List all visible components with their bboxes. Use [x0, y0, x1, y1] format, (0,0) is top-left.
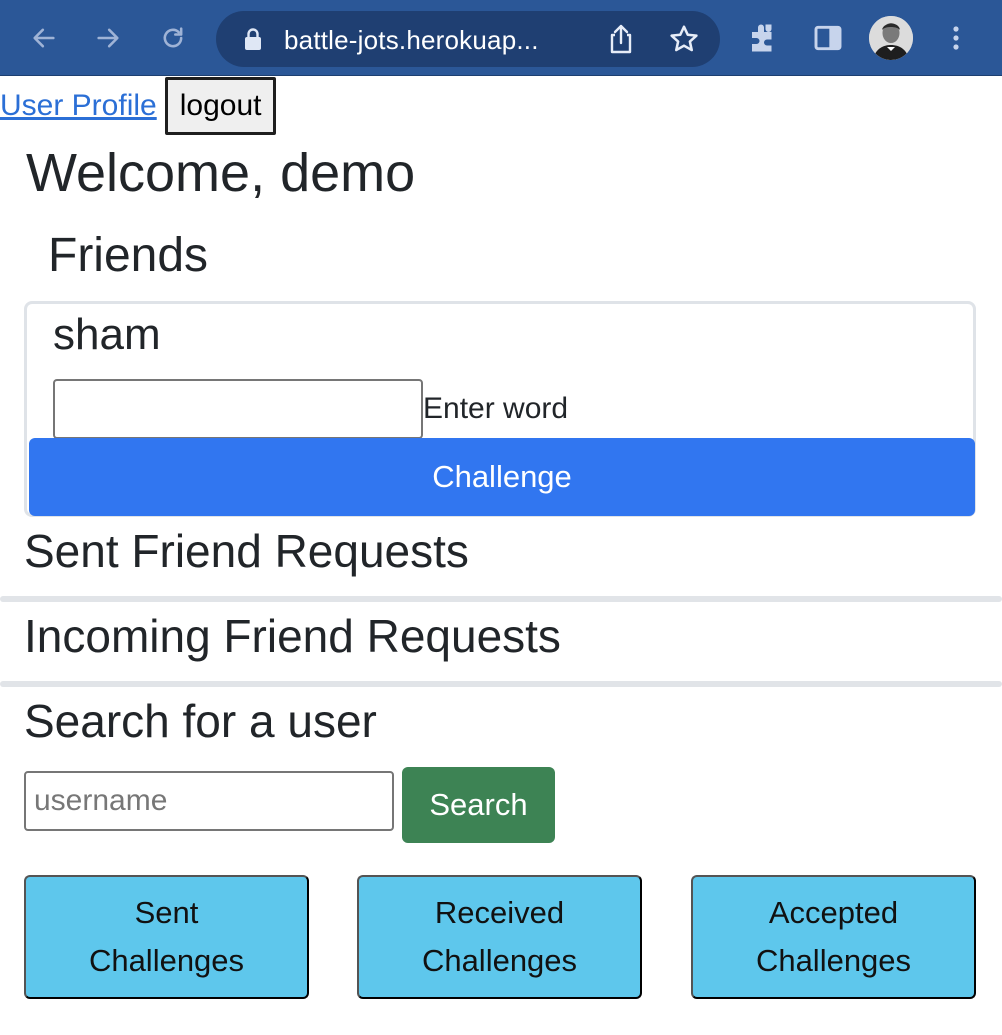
- friends-heading: Friends: [48, 229, 209, 282]
- back-arrow-icon[interactable]: [26, 20, 62, 56]
- logout-button[interactable]: logout: [164, 77, 277, 135]
- sent-challenges-button[interactable]: Sent Challenges: [24, 875, 309, 999]
- username-search-input[interactable]: [24, 771, 394, 831]
- forward-arrow-icon[interactable]: [90, 20, 126, 56]
- sent-challenges-label: Sent Challenges: [88, 895, 245, 978]
- page-title: Welcome, demo: [26, 143, 416, 203]
- enter-word-label: Enter word: [423, 392, 569, 425]
- share-icon[interactable]: [606, 23, 636, 55]
- top-nav: User Profile logout: [0, 77, 277, 135]
- url-text: battle-jots.herokuap...: [284, 25, 539, 55]
- lock-icon[interactable]: [242, 27, 264, 51]
- friend-name: sham: [53, 310, 161, 359]
- divider: [0, 681, 1002, 687]
- search-button[interactable]: Search: [402, 767, 555, 843]
- incoming-friend-requests-heading: Incoming Friend Requests: [24, 610, 561, 662]
- reload-icon[interactable]: [155, 20, 191, 56]
- side-panel-icon[interactable]: [812, 22, 844, 54]
- address-bar[interactable]: battle-jots.herokuap...: [216, 11, 720, 67]
- extensions-icon[interactable]: [746, 20, 782, 56]
- received-challenges-button[interactable]: Received Challenges: [357, 875, 642, 999]
- received-challenges-label: Received Challenges: [421, 895, 578, 978]
- challenge-button[interactable]: Challenge: [29, 438, 975, 516]
- user-profile-link[interactable]: User Profile: [0, 89, 157, 123]
- browser-toolbar: battle-jots.herokuap...: [0, 0, 1002, 76]
- search-user-heading: Search for a user: [24, 695, 377, 747]
- divider: [0, 596, 1002, 602]
- profile-avatar[interactable]: [869, 16, 913, 60]
- accepted-challenges-button[interactable]: Accepted Challenges: [691, 875, 976, 999]
- star-icon[interactable]: [668, 23, 700, 55]
- challenge-word-input[interactable]: [53, 379, 423, 439]
- sent-friend-requests-heading: Sent Friend Requests: [24, 525, 469, 577]
- accepted-challenges-label: Accepted Challenges: [755, 895, 912, 978]
- more-menu-icon[interactable]: [942, 20, 970, 56]
- friend-card: sham Enter word Challenge: [24, 301, 976, 517]
